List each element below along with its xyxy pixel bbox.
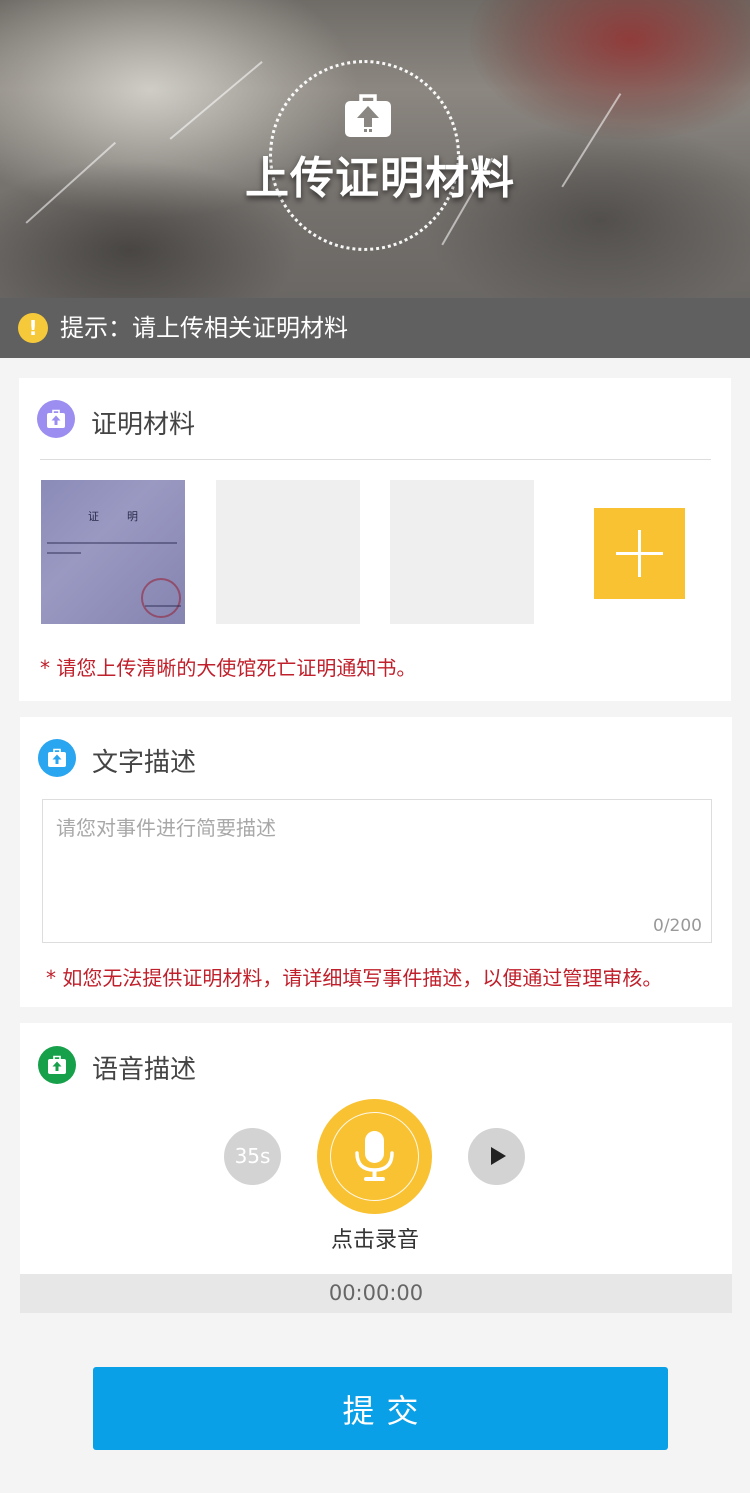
text-note: * 如您无法提供证明材料，请详细填写事件描述，以便通过管理审核。	[46, 966, 663, 990]
section-title-text: 文字描述	[92, 748, 197, 778]
document-text-line	[145, 605, 181, 607]
record-label: 点击录音	[330, 1228, 419, 1253]
section-title-voice: 语音描述	[92, 1055, 197, 1085]
tip-bar: ! 提示：请上传相关证明材料	[0, 298, 750, 358]
submit-button[interactable]: 提交	[93, 1367, 668, 1450]
upload-briefcase-icon	[37, 400, 75, 438]
document-stamp	[141, 578, 181, 618]
record-button[interactable]	[317, 1099, 432, 1214]
add-image-button[interactable]	[594, 508, 685, 599]
document-text-line	[47, 552, 81, 554]
document-heading: 证明	[88, 510, 166, 523]
document-text-line	[47, 542, 177, 544]
play-icon	[491, 1147, 506, 1165]
hero-background-light	[470, 0, 750, 140]
warning-icon: !	[18, 313, 48, 343]
play-button[interactable]	[468, 1128, 525, 1185]
section-title-proof: 证明材料	[91, 410, 196, 440]
hero-banner: 上传证明材料	[0, 0, 750, 298]
upload-briefcase-icon	[38, 1046, 76, 1084]
tip-text: 提示：请上传相关证明材料	[60, 314, 348, 342]
proof-note: * 请您上传清晰的大使馆死亡证明通知书。	[40, 656, 417, 680]
recording-duration-badge: 35s	[224, 1128, 281, 1185]
upload-briefcase-icon	[344, 93, 392, 139]
microphone-icon	[355, 1131, 394, 1181]
page-title: 上传证明材料	[245, 153, 515, 204]
empty-image-slot[interactable]	[216, 480, 360, 624]
empty-image-slot[interactable]	[390, 480, 534, 624]
upload-briefcase-icon	[38, 739, 76, 777]
uploaded-document-thumbnail[interactable]: 证明	[41, 480, 185, 624]
recording-timer: 00:00:00	[20, 1274, 732, 1313]
plus-icon-vertical	[638, 530, 641, 577]
character-counter: 0/200	[653, 916, 702, 936]
section-divider	[40, 459, 711, 460]
